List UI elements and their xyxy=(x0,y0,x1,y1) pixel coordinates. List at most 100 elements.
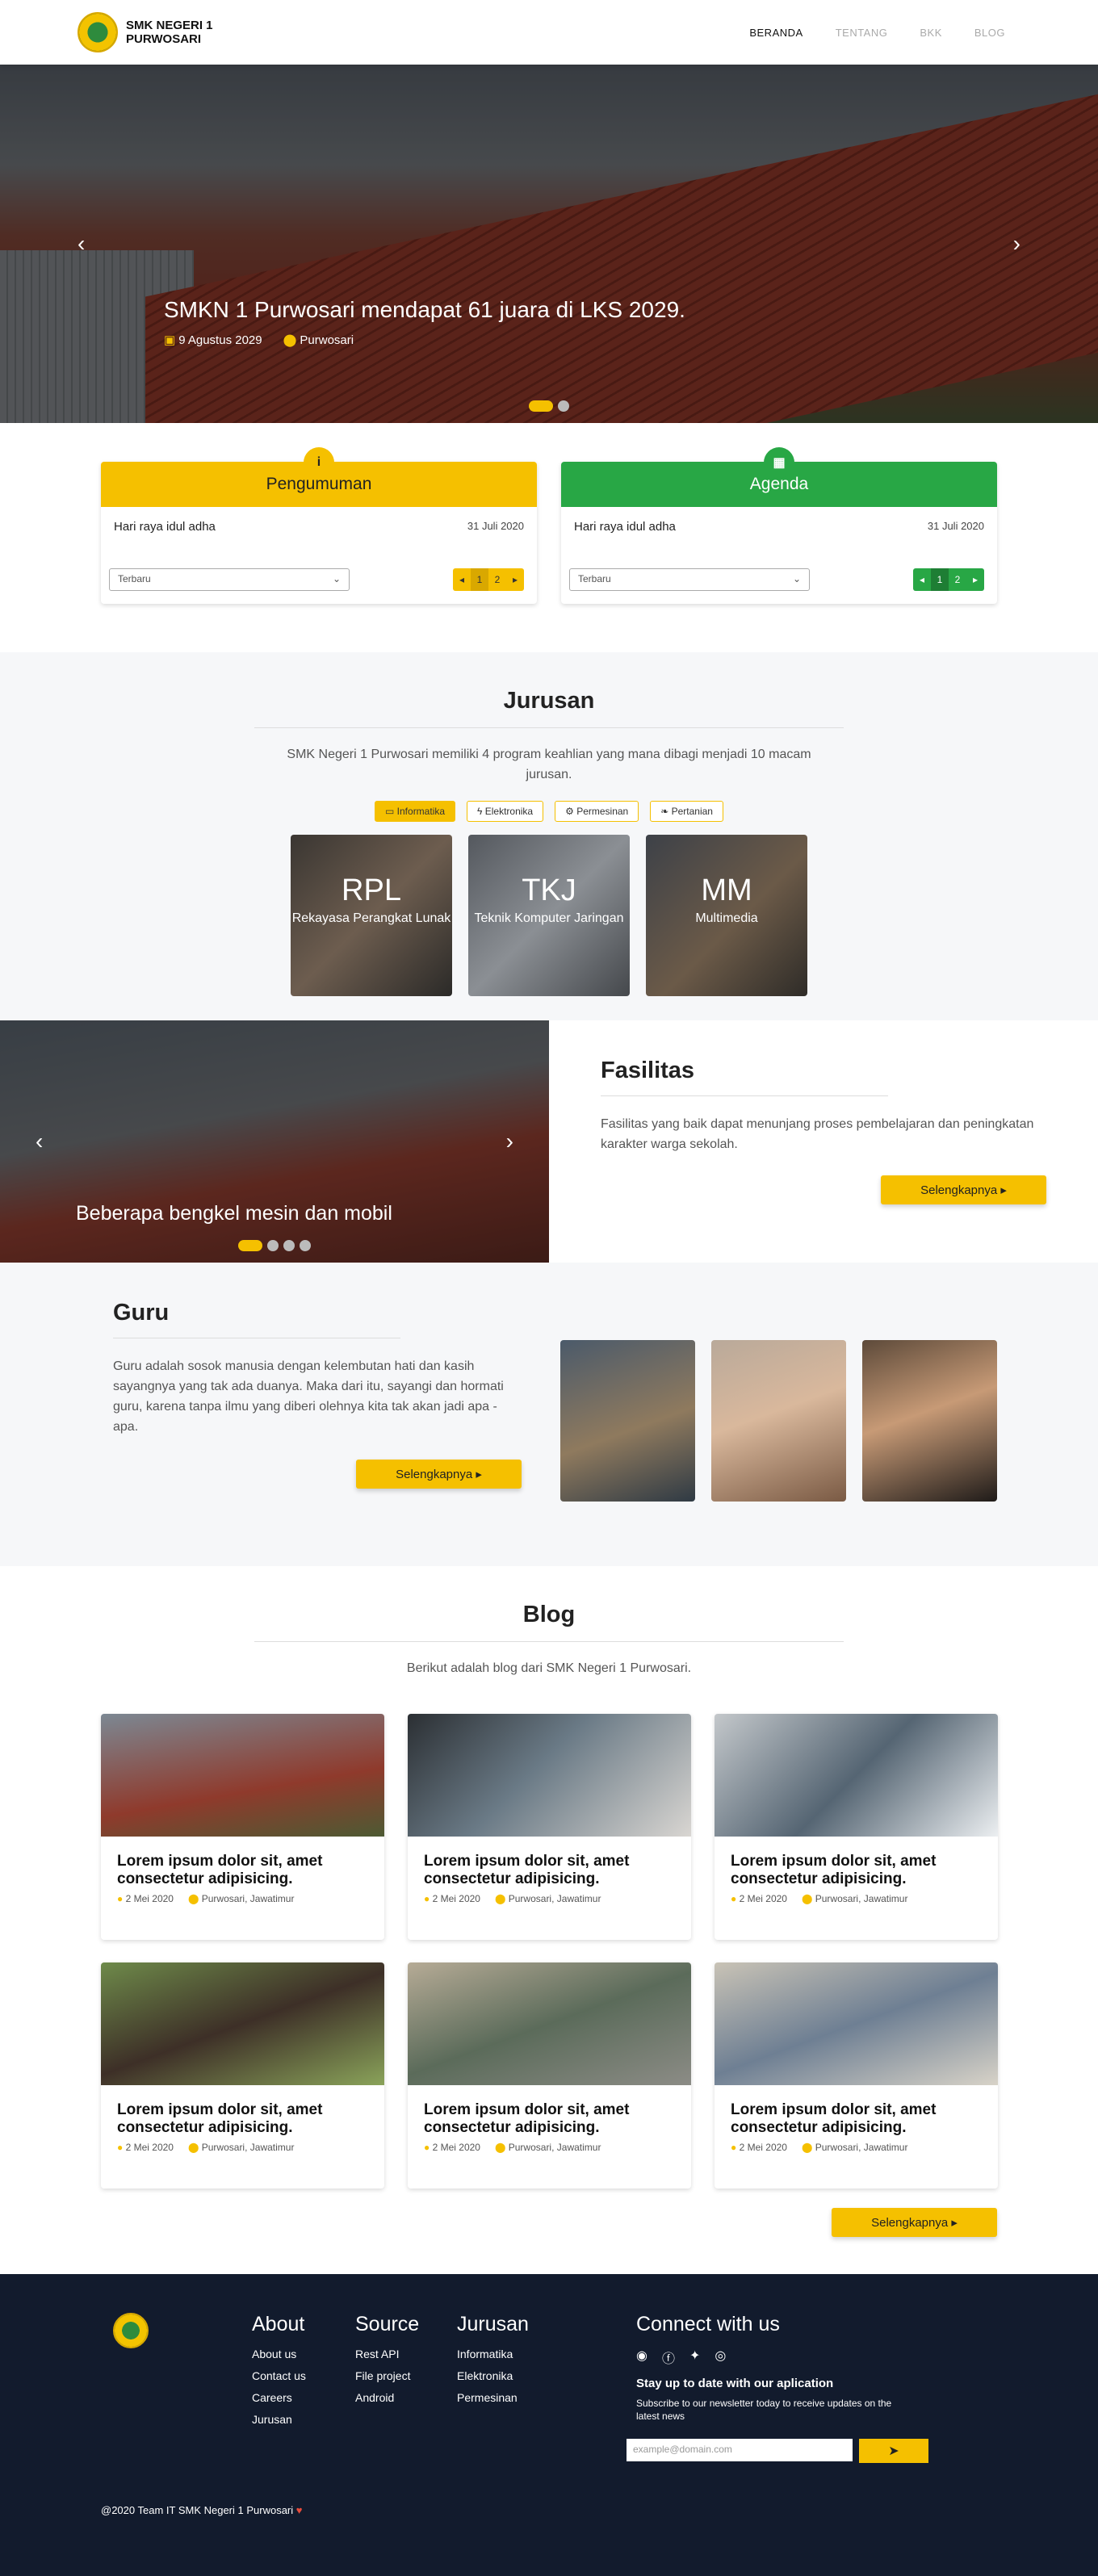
instagram-icon[interactable]: ◎ xyxy=(715,2348,726,2367)
blog-image xyxy=(408,1962,691,2085)
footer-connect-title: Connect with us xyxy=(636,2313,780,2335)
blog-date: ● 2 Mei 2020 xyxy=(117,1893,174,1904)
brand[interactable]: SMK NEGERI 1 PURWOSARI xyxy=(78,12,213,52)
newsletter-headline: Stay up to date with our aplication xyxy=(636,2377,834,2390)
tab-permesinan-label: Permesinan xyxy=(576,806,629,817)
newsletter-sub: Subscribe to our newsletter today to rec… xyxy=(636,2398,892,2422)
footer-link[interactable]: Android xyxy=(355,2391,457,2404)
major-name: Multimedia xyxy=(695,911,758,925)
blog-card[interactable]: Lorem ipsum dolor sit, amet consectetur … xyxy=(101,1714,384,1940)
blog-image xyxy=(101,1714,384,1837)
footer-link[interactable]: Contact us xyxy=(252,2369,355,2382)
footer-link[interactable]: Rest API xyxy=(355,2348,457,2360)
twitter-icon[interactable]: ✦ xyxy=(689,2348,700,2367)
carousel-prev-icon[interactable]: ‹ xyxy=(78,231,85,257)
fasilitas-overlay xyxy=(0,1020,549,1263)
footer-link[interactable]: Jurusan xyxy=(252,2413,355,2426)
guru-title: Guru xyxy=(113,1300,170,1326)
carousel-next-icon[interactable]: › xyxy=(1013,231,1020,257)
major-card-rpl[interactable]: RPL Rekayasa Perangkat Lunak xyxy=(291,835,452,996)
blog-image xyxy=(715,1714,998,1837)
blog-image xyxy=(715,1962,998,2085)
pengumuman-pagination: ◂ 1 2 ▸ xyxy=(453,568,524,591)
hero-place-text: Purwosari xyxy=(300,333,354,347)
footer-link[interactable]: Informatika xyxy=(457,2348,636,2360)
blog-date-text: 2 Mei 2020 xyxy=(125,2142,174,2153)
newsletter-email-input[interactable]: example@domain.com xyxy=(627,2439,853,2461)
major-card-tkj[interactable]: TKJ Teknik Komputer Jaringan xyxy=(468,835,630,996)
page-2[interactable]: 2 xyxy=(949,568,966,591)
page-next-icon[interactable]: ▸ xyxy=(966,568,984,591)
tab-informatika[interactable]: ▭ Informatika xyxy=(375,801,456,822)
blog-more-button[interactable]: Selengkapnya ▸ xyxy=(832,2208,997,2237)
blog-lead: Berikut adalah blog dari SMK Negeri 1 Pu… xyxy=(406,1661,692,1675)
footer-link[interactable]: File project xyxy=(355,2369,457,2382)
heart-icon: ♥ xyxy=(295,2504,303,2516)
page-2[interactable]: 2 xyxy=(488,568,506,591)
menu-tentang[interactable]: TENTANG xyxy=(836,27,888,39)
blog-date: ● 2 Mei 2020 xyxy=(731,1893,787,1904)
school-logo-icon xyxy=(78,12,118,52)
blog-card[interactable]: Lorem ipsum dolor sit, amet consectetur … xyxy=(715,1962,998,2189)
blog-place-text: Purwosari, Jawatimur xyxy=(508,2142,601,2153)
page-next-icon[interactable]: ▸ xyxy=(506,568,524,591)
footer-link[interactable]: Elektronika xyxy=(457,2369,636,2382)
page-1[interactable]: 1 xyxy=(471,568,488,591)
page-prev-icon[interactable]: ◂ xyxy=(453,568,471,591)
pengumuman-card: i Pengumuman Hari raya idul adha 31 Juli … xyxy=(101,447,537,604)
tab-elektronika[interactable]: ϟ Elektronika xyxy=(467,801,544,822)
major-abbr: MM xyxy=(701,873,752,907)
pengumuman-item[interactable]: Hari raya idul adha 31 Juli 2020 xyxy=(101,507,537,547)
agenda-item[interactable]: Hari raya idul adha 31 Juli 2020 xyxy=(561,507,997,547)
fasilitas-carousel: ‹ › Beberapa bengkel mesin dan mobil xyxy=(0,1020,549,1263)
blog-card[interactable]: Lorem ipsum dolor sit, amet consectetur … xyxy=(715,1714,998,1940)
menu-blog[interactable]: BLOG xyxy=(974,27,1005,39)
carousel-indicator-1[interactable] xyxy=(238,1240,262,1251)
footer-jurusan-title: Jurusan xyxy=(457,2313,529,2335)
pengumuman-sort-select[interactable]: Terbaru ⌄ xyxy=(109,568,350,591)
jurusan-lead: SMK Negeri 1 Purwosari memiliki 4 progra… xyxy=(287,748,811,781)
hero-caption: SMKN 1 Purwosari mendapat 61 juara di LK… xyxy=(164,297,685,347)
blog-date-text: 2 Mei 2020 xyxy=(739,2142,787,2153)
clock-icon: ● xyxy=(117,2142,124,2153)
page-prev-icon[interactable]: ◂ xyxy=(913,568,931,591)
tab-permesinan[interactable]: ⚙ Permesinan xyxy=(555,801,639,822)
fasilitas-section: ‹ › Beberapa bengkel mesin dan mobil Fas… xyxy=(0,1020,1098,1263)
blog-card[interactable]: Lorem ipsum dolor sit, amet consectetur … xyxy=(408,1714,691,1940)
footer-link[interactable]: Careers xyxy=(252,2391,355,2404)
github-icon[interactable]: ◉ xyxy=(636,2348,647,2367)
tab-informatika-label: Informatika xyxy=(396,806,446,817)
agenda-sort-select[interactable]: Terbaru ⌄ xyxy=(569,568,810,591)
guru-more-button[interactable]: Selengkapnya ▸ xyxy=(356,1460,522,1489)
menu-bkk[interactable]: BKK xyxy=(920,27,942,39)
carousel-indicator-1[interactable] xyxy=(529,400,553,412)
guru-text: Guru Guru adalah sosok manusia dengan ke… xyxy=(113,1300,522,1502)
blog-date: ● 2 Mei 2020 xyxy=(731,2142,787,2153)
carousel-prev-icon[interactable]: ‹ xyxy=(36,1129,43,1154)
agenda-sort-value: Terbaru xyxy=(578,573,611,584)
carousel-indicator-4[interactable] xyxy=(300,1240,311,1251)
blog-place: ⬤ Purwosari, Jawatimur xyxy=(802,1893,907,1904)
blog-place-text: Purwosari, Jawatimur xyxy=(201,1893,295,1904)
send-icon[interactable]: ➤ xyxy=(859,2439,928,2463)
major-card-mm[interactable]: MM Multimedia xyxy=(646,835,807,996)
pengumuman-sort-value: Terbaru xyxy=(118,573,151,584)
facebook-icon[interactable]: ⓕ xyxy=(662,2348,675,2367)
carousel-indicator-3[interactable] xyxy=(283,1240,295,1251)
fasilitas-more-button[interactable]: Selengkapnya ▸ xyxy=(881,1175,1046,1204)
tab-pertanian[interactable]: ❧ Pertanian xyxy=(650,801,723,822)
hero-date-text: 9 Agustus 2029 xyxy=(178,333,262,347)
blog-card[interactable]: Lorem ipsum dolor sit, amet consectetur … xyxy=(101,1962,384,2189)
page-1[interactable]: 1 xyxy=(931,568,949,591)
blog-title: Blog xyxy=(522,1602,576,1627)
footer-link[interactable]: Permesinan xyxy=(457,2391,636,2404)
carousel-indicator-2[interactable] xyxy=(267,1240,279,1251)
footer-link[interactable]: About us xyxy=(252,2348,355,2360)
carousel-indicator-2[interactable] xyxy=(558,400,569,412)
menu-beranda[interactable]: BERANDA xyxy=(749,27,803,39)
blog-place: ⬤ Purwosari, Jawatimur xyxy=(495,2142,601,2153)
carousel-next-icon[interactable]: › xyxy=(506,1129,513,1154)
announcement-section: i Pengumuman Hari raya idul adha 31 Juli … xyxy=(0,423,1098,652)
major-name: Teknik Komputer Jaringan xyxy=(474,911,624,925)
blog-card[interactable]: Lorem ipsum dolor sit, amet consectetur … xyxy=(408,1962,691,2189)
